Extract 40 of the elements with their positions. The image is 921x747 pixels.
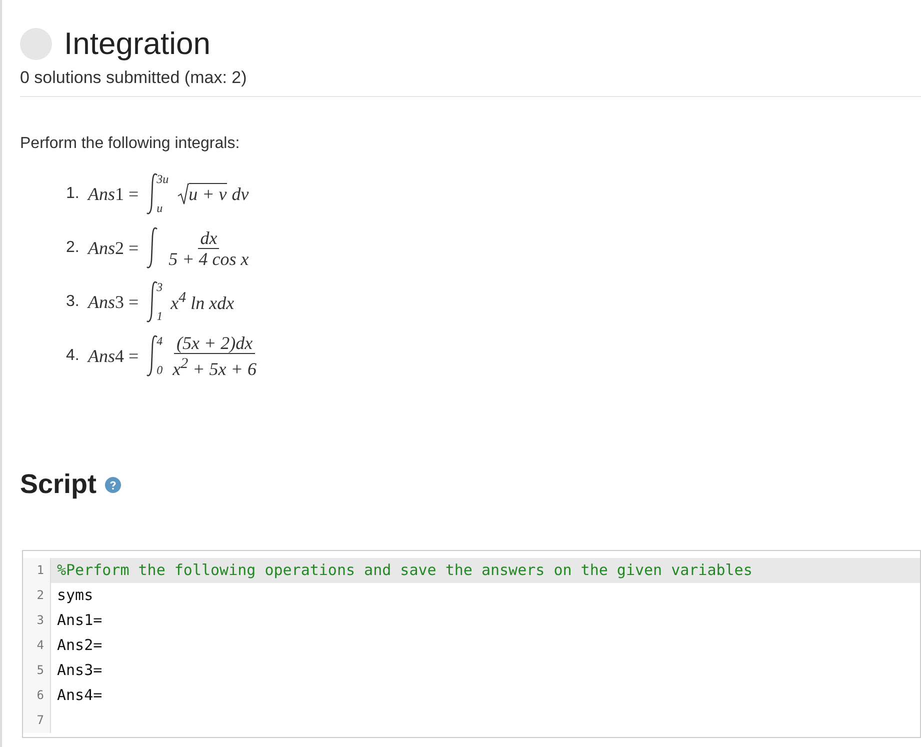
line-number: 1 xyxy=(23,558,51,583)
answer-variable: Ans1 = xyxy=(88,184,139,204)
upper-limit: 3u xyxy=(156,172,169,187)
upper-limit: 3 xyxy=(156,280,163,295)
line-number: 2 xyxy=(23,583,51,608)
line-number: 7 xyxy=(23,708,51,733)
code-line: Ans4= xyxy=(56,685,104,706)
lower-limit: 1 xyxy=(156,309,163,324)
radicand: u + v xyxy=(188,183,227,204)
code-line: Ans1= xyxy=(56,610,104,631)
submission-count: 0 solutions submitted (max: 2) xyxy=(20,68,248,88)
fraction: dx 5 + 4 cos x xyxy=(168,228,250,268)
problem-title: Integration xyxy=(64,26,210,62)
problem-instructions: Perform the following integrals: xyxy=(20,135,241,153)
line-number: 4 xyxy=(23,633,51,658)
integral-sign-icon xyxy=(144,226,159,270)
code-line: Ans3= xyxy=(56,660,104,681)
square-root-icon xyxy=(176,183,189,205)
code-line: syms xyxy=(56,585,94,606)
code-line: Ans2= xyxy=(56,635,104,656)
upper-limit: 4 xyxy=(156,334,163,349)
line-number: 5 xyxy=(23,658,51,683)
lower-limit: u xyxy=(156,201,164,216)
status-circle xyxy=(20,28,52,60)
line-number: 6 xyxy=(23,683,51,708)
answer-variable: Ans2 = xyxy=(88,238,139,258)
list-number: 2. xyxy=(66,239,80,257)
fraction: (5x + 2)dx x$^{2}$ + 5x + 6 xyxy=(172,333,258,379)
help-icon[interactable] xyxy=(104,476,121,492)
lower-limit: 0 xyxy=(156,363,163,378)
answer-variable: Ans3 = xyxy=(88,292,139,312)
answer-variable: Ans4 = xyxy=(88,346,139,366)
list-number: 4. xyxy=(66,347,80,365)
list-number: 1. xyxy=(66,185,80,203)
integrand-differential: dv xyxy=(232,184,249,204)
line-number: 3 xyxy=(23,608,51,633)
code-editor[interactable]: 1 %Perform the following operations and save the answers on the given variables 2 syms 3 Ans1= 4 Ans2= 5 Ans3= 6 Ans4= 7 xyxy=(22,550,921,738)
section-heading: Script xyxy=(20,469,97,500)
integrand: x$^{4}$ ln xdx xyxy=(170,290,234,314)
list-number: 3. xyxy=(66,293,80,311)
